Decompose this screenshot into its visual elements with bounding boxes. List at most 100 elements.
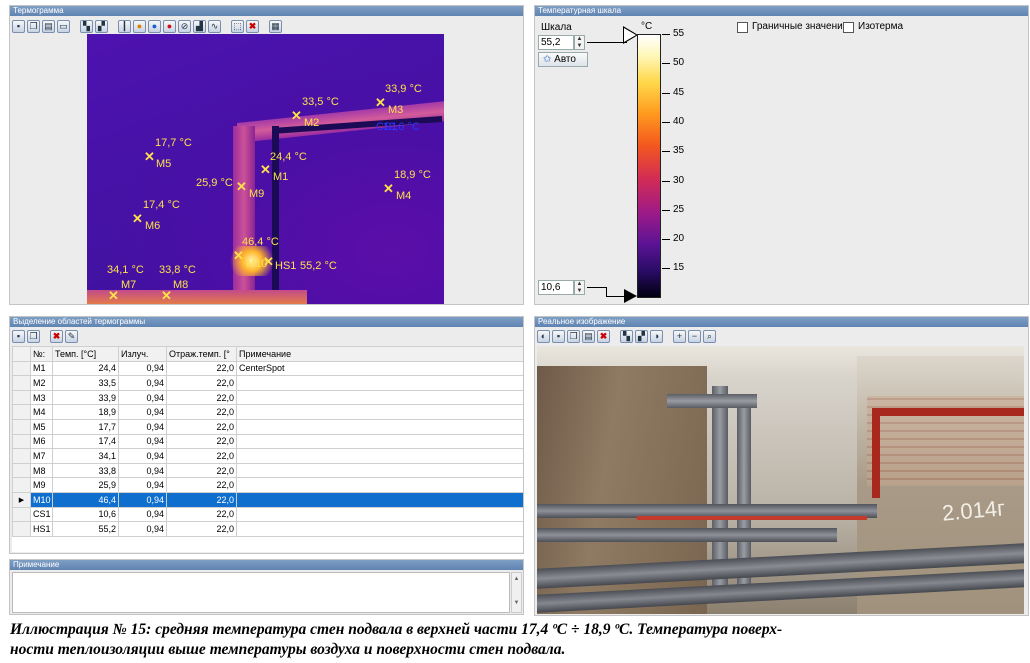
scale-max-spinner[interactable]: ▲ ▼: [574, 35, 585, 50]
settings-icon[interactable]: ✎: [65, 329, 78, 343]
cell-emissivity[interactable]: 0,94: [118, 404, 167, 420]
cell-id[interactable]: CS1: [30, 506, 53, 523]
histogram-icon[interactable]: ▟: [193, 19, 206, 33]
cell-temp[interactable]: 46,4: [52, 491, 119, 508]
cell-note[interactable]: [236, 506, 523, 523]
cell-id[interactable]: M7: [30, 448, 53, 464]
row-header[interactable]: [12, 477, 31, 493]
palette-icon[interactable]: ▚: [80, 19, 93, 33]
cell-reflected-temp[interactable]: 22,0: [166, 418, 237, 435]
cell-id[interactable]: M1: [30, 360, 53, 377]
row-header[interactable]: [12, 462, 31, 479]
cell-emissivity[interactable]: 0,94: [118, 389, 167, 406]
table-row[interactable]: M5 17,7 0,94 22,0: [12, 418, 523, 435]
cell-emissivity[interactable]: 0,94: [118, 477, 167, 493]
cell-reflected-temp[interactable]: 22,0: [166, 389, 237, 406]
cell-temp[interactable]: 33,9: [52, 389, 119, 406]
cell-note[interactable]: [236, 491, 523, 508]
cell-emissivity[interactable]: 0,94: [118, 506, 167, 523]
column-header-id[interactable]: №:: [30, 346, 53, 362]
cell-note[interactable]: [236, 433, 523, 450]
cell-reflected-temp[interactable]: 22,0: [166, 448, 237, 464]
marker-M2-cross[interactable]: ✕: [291, 109, 302, 122]
zoom-fit-icon[interactable]: ⌕: [703, 329, 716, 343]
cell-reflected-temp[interactable]: 22,0: [166, 477, 237, 493]
profile-icon[interactable]: ∿: [208, 19, 221, 33]
row-header[interactable]: [12, 360, 31, 377]
cell-reflected-temp[interactable]: 22,0: [166, 491, 237, 508]
note-scrollbar[interactable]: ▲ ▼: [511, 572, 522, 613]
marker-M6-cross[interactable]: ✕: [132, 212, 143, 225]
cell-temp[interactable]: 33,5: [52, 375, 119, 391]
camera-icon[interactable]: ◐: [537, 329, 550, 343]
palette-swap-icon[interactable]: ▞: [95, 19, 108, 33]
delete-icon[interactable]: ✖: [246, 19, 259, 33]
table-row[interactable]: M1 24,4 0,94 22,0 CenterSpot: [12, 360, 523, 377]
table-row[interactable]: M7 34,1 0,94 22,0: [12, 448, 523, 464]
column-header-note[interactable]: Примечание: [236, 346, 523, 362]
cell-emissivity[interactable]: 0,94: [118, 448, 167, 464]
print-icon[interactable]: ▤: [582, 329, 595, 343]
table-row[interactable]: M8 33,8 0,94 22,0: [12, 462, 523, 479]
marker-M3-cross[interactable]: ✕: [375, 96, 386, 109]
marker-M8-cross[interactable]: ✕: [161, 289, 172, 302]
color-scale-bar[interactable]: [637, 34, 661, 298]
cell-reflected-temp[interactable]: 22,0: [166, 521, 237, 537]
spot-red-icon[interactable]: ●: [163, 19, 176, 33]
cell-note[interactable]: [236, 404, 523, 420]
row-header[interactable]: [12, 375, 31, 391]
cell-temp[interactable]: 55,2: [52, 521, 119, 537]
zoom-out-icon[interactable]: −: [688, 329, 701, 343]
cell-reflected-temp[interactable]: 22,0: [166, 462, 237, 479]
cell-reflected-temp[interactable]: 22,0: [166, 506, 237, 523]
cell-id[interactable]: M3: [30, 389, 53, 406]
marker-M5-cross[interactable]: ✕: [144, 150, 155, 163]
cell-id[interactable]: M9: [30, 477, 53, 493]
table-row[interactable]: ▶ M10 46,4 0,94 22,0: [12, 491, 523, 508]
real-photo[interactable]: 2.014г: [537, 346, 1024, 614]
cell-temp[interactable]: 24,4: [52, 360, 119, 377]
forbid-icon[interactable]: ⊘: [178, 19, 191, 33]
cell-id[interactable]: M6: [30, 433, 53, 450]
cell-reflected-temp[interactable]: 22,0: [166, 360, 237, 377]
cell-emissivity[interactable]: 0,94: [118, 375, 167, 391]
cell-temp[interactable]: 33,8: [52, 462, 119, 479]
cell-id[interactable]: M4: [30, 404, 53, 420]
table-row[interactable]: M9 25,9 0,94 22,0: [12, 477, 523, 493]
save-icon[interactable]: ▪: [12, 329, 25, 343]
row-header[interactable]: [12, 506, 31, 523]
grid-icon[interactable]: ▦: [269, 19, 282, 33]
row-header[interactable]: ▶: [12, 491, 31, 508]
marker-M4-cross[interactable]: ✕: [383, 182, 394, 195]
row-header[interactable]: [12, 448, 31, 464]
export-icon[interactable]: ▭: [57, 19, 70, 33]
delete-icon[interactable]: ✖: [50, 329, 63, 343]
cell-temp[interactable]: 18,9: [52, 404, 119, 420]
cell-temp[interactable]: 34,1: [52, 448, 119, 464]
cell-emissivity[interactable]: 0,94: [118, 462, 167, 479]
cell-note[interactable]: [236, 375, 523, 391]
cell-reflected-temp[interactable]: 22,0: [166, 433, 237, 450]
contrast-icon[interactable]: ◑: [650, 329, 663, 343]
save-icon[interactable]: ▪: [552, 329, 565, 343]
cell-note[interactable]: [236, 418, 523, 435]
cell-emissivity[interactable]: 0,94: [118, 491, 167, 508]
delete-icon[interactable]: ✖: [597, 329, 610, 343]
row-header[interactable]: [12, 433, 31, 450]
marker-M7-cross[interactable]: ✕: [108, 289, 119, 302]
copy-icon[interactable]: ❐: [27, 329, 40, 343]
copy-icon[interactable]: ❐: [567, 329, 580, 343]
palette-icon[interactable]: ▚: [620, 329, 633, 343]
table-row[interactable]: CS1 10,6 0,94 22,0: [12, 506, 523, 523]
column-header-temp[interactable]: Темп. [°C]: [52, 346, 119, 362]
column-header-reflected-temp[interactable]: Отраж.темп. [°: [166, 346, 237, 362]
table-row[interactable]: M2 33,5 0,94 22,0: [12, 375, 523, 391]
row-header[interactable]: [12, 521, 31, 537]
cell-reflected-temp[interactable]: 22,0: [166, 404, 237, 420]
cell-note[interactable]: [236, 477, 523, 493]
area-select-icon[interactable]: ⬚: [231, 19, 244, 33]
boundary-checkbox[interactable]: [737, 22, 748, 33]
row-header[interactable]: [12, 418, 31, 435]
copy-icon[interactable]: ❐: [27, 19, 40, 33]
scale-max-input[interactable]: 55,2: [538, 35, 574, 50]
